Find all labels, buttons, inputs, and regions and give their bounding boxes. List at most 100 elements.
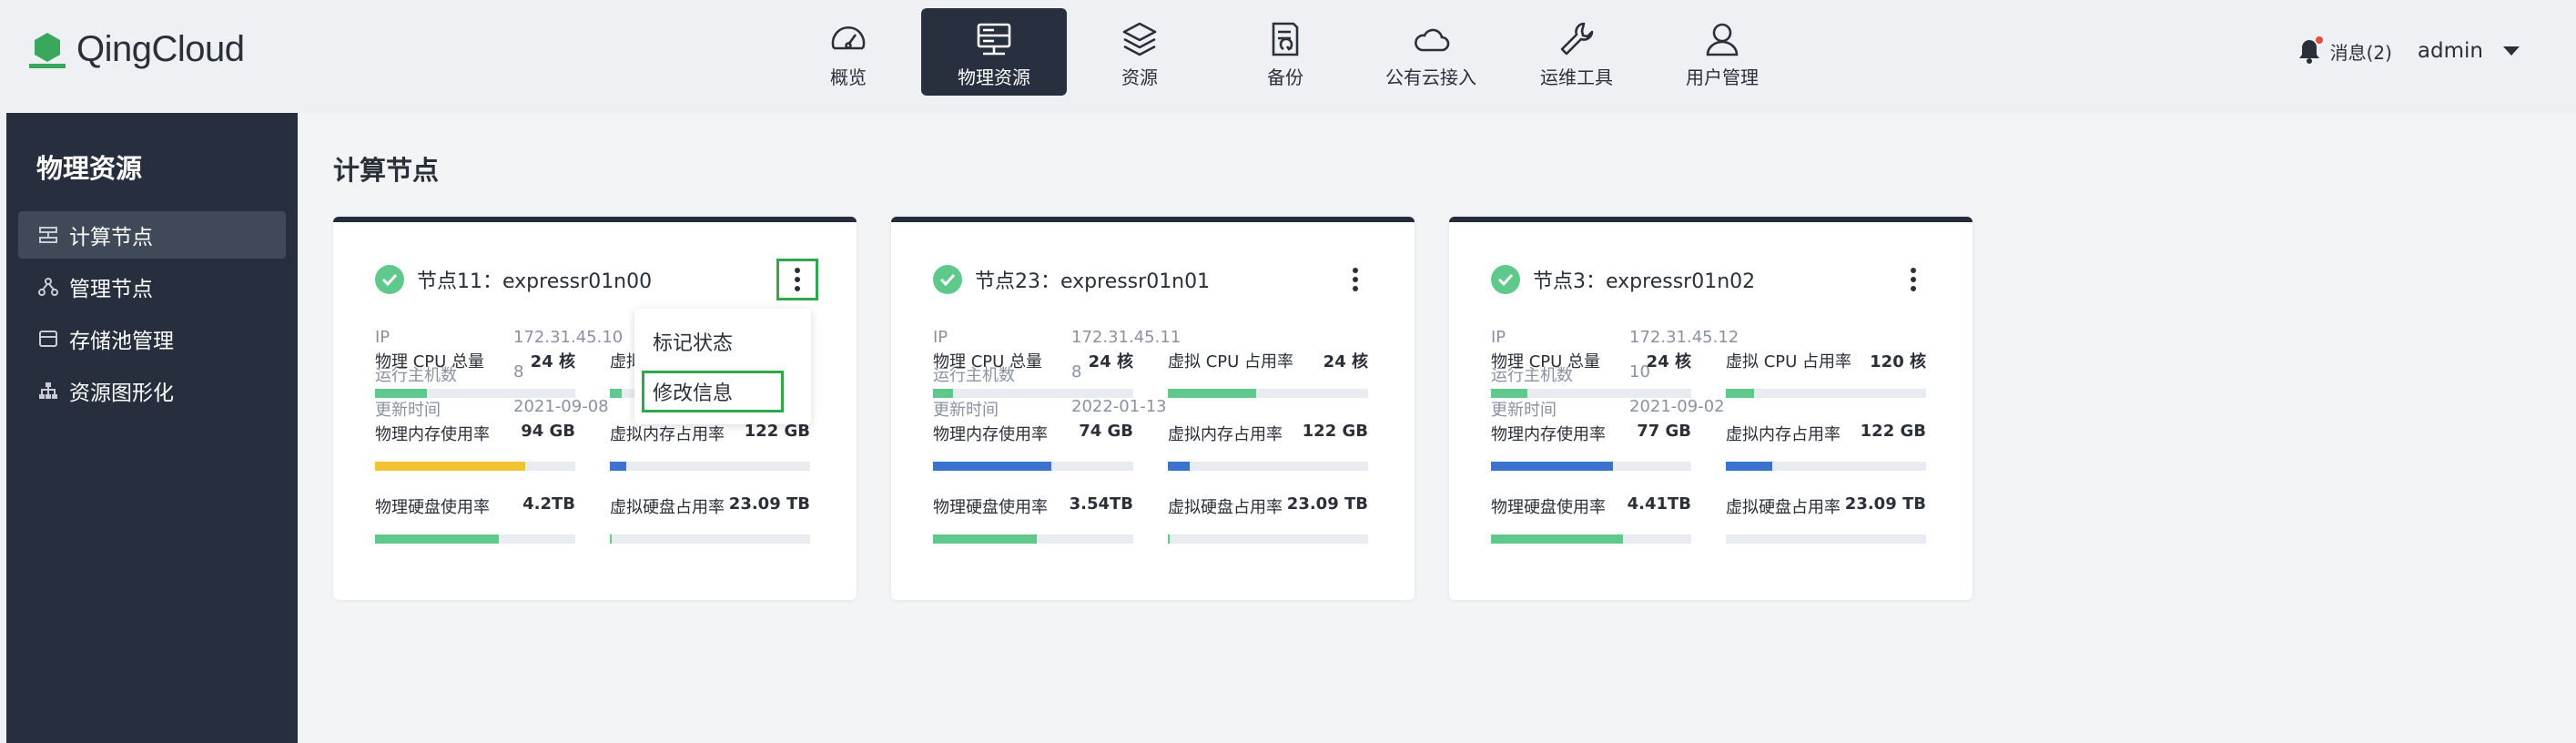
progress-track [1726, 389, 1926, 398]
progress-track [1168, 389, 1368, 398]
logo-icon [29, 33, 66, 68]
progress-track [933, 462, 1133, 471]
sidebar-item-resource-topology[interactable]: 资源图形化 [18, 367, 286, 414]
progress-fill [610, 462, 626, 471]
metric-value: 4.2TB [522, 494, 575, 514]
metric-value: 77 GB [1637, 422, 1691, 441]
metric-label: 物理硬盘使用率 [1491, 498, 1606, 517]
username[interactable]: admin [2418, 39, 2483, 63]
metric-value: 23.09 TB [1844, 494, 1926, 514]
updated-value: 2021-09-08 [513, 397, 609, 416]
nav-backup[interactable]: 备份 [1212, 8, 1358, 96]
progress-fill [375, 389, 428, 398]
sidebar-item-storage-pool[interactable]: 存储池管理 [18, 315, 286, 362]
node-card[interactable]: 节点23：expressr01n01 IP 172.31.45.11 运行主机数… [891, 217, 1415, 600]
metric-value: 122 GB [1860, 422, 1926, 441]
hosts-value: 8 [1071, 362, 1082, 382]
metric-value: 23.09 TB [1286, 494, 1368, 514]
ip-label: IP [375, 328, 390, 347]
nav-physical-resources[interactable]: 物理资源 [921, 8, 1067, 96]
progress-track [375, 534, 575, 544]
metric-label: 虚拟内存占用率 [1168, 425, 1283, 444]
more-actions-button[interactable] [776, 259, 818, 300]
sidebar-item-management-nodes[interactable]: 管理节点 [18, 263, 286, 310]
notification-dot [2315, 36, 2323, 44]
nav-label: 备份 [1267, 66, 1303, 88]
progress-track [610, 534, 810, 544]
bell-icon[interactable] [2297, 36, 2323, 65]
progress-track [1491, 389, 1691, 398]
metric-value: 122 GB [744, 422, 810, 441]
progress-track [933, 389, 1133, 398]
progress-fill [1168, 389, 1256, 398]
metric-value: 3.54TB [1069, 494, 1133, 514]
more-vertical-icon [795, 268, 800, 291]
metric-label: 物理内存使用率 [933, 425, 1048, 444]
metric-label: 虚拟内存占用率 [610, 425, 725, 444]
server-icon [977, 23, 1011, 56]
progress-track [1491, 534, 1691, 544]
ip-value: 172.31.45.12 [1629, 328, 1739, 347]
nav-ops-tools[interactable]: 运维工具 [1504, 8, 1649, 96]
logo[interactable]: QingCloud [27, 27, 245, 71]
nav-resources[interactable]: 资源 [1067, 8, 1212, 96]
layers-icon [1122, 22, 1157, 56]
progress-fill [933, 462, 1051, 471]
ip-label: IP [1491, 328, 1506, 347]
more-actions-button[interactable] [1334, 259, 1376, 300]
metric-label: 物理 CPU 总量 [1491, 352, 1601, 372]
menu-item-mark-status[interactable]: 标记状态 [653, 327, 733, 356]
messages-link[interactable]: 消息(2) [2330, 38, 2392, 65]
metric-label: 虚拟 CPU 占用率 [1726, 352, 1852, 372]
progress-fill [1491, 462, 1614, 471]
metric-value: 122 GB [1302, 422, 1368, 441]
metric-value: 24 核 [1646, 352, 1691, 372]
nav-label: 资源 [1121, 66, 1158, 88]
sidebar-item-label: 管理节点 [69, 278, 153, 301]
progress-fill [933, 534, 1038, 544]
nav-overview[interactable]: 概览 [776, 8, 921, 96]
metric-label: 物理 CPU 总量 [933, 352, 1043, 372]
metric-value: 24 核 [1088, 352, 1133, 372]
ip-label: IP [933, 328, 948, 347]
progress-track [1168, 534, 1368, 544]
chevron-down-icon[interactable] [2501, 45, 2521, 57]
metric-label: 物理 CPU 总量 [375, 352, 485, 372]
nav-user-management[interactable]: 用户管理 [1649, 8, 1795, 96]
nav-label: 运维工具 [1540, 66, 1613, 88]
metric-value: 24 核 [1323, 352, 1368, 372]
status-ok-icon [1491, 265, 1520, 294]
compute-icon [39, 227, 57, 243]
sidebar-item-label: 存储池管理 [69, 330, 174, 353]
progress-track [610, 462, 810, 471]
nav-label: 公有云接入 [1385, 66, 1476, 88]
metric-label: 物理内存使用率 [1491, 425, 1606, 444]
progress-fill [375, 534, 500, 544]
progress-fill [1726, 462, 1772, 471]
more-actions-button[interactable] [1892, 259, 1934, 300]
sidebar-item-label: 计算节点 [69, 226, 153, 249]
node-card[interactable]: 节点3：expressr01n02 IP 172.31.45.12 运行主机数 … [1449, 217, 1973, 600]
more-vertical-icon [1353, 268, 1358, 291]
metric-value: 74 GB [1079, 422, 1133, 441]
ip-value: 172.31.45.10 [513, 328, 624, 347]
updated-value: 2021-09-02 [1629, 397, 1725, 416]
updated-value: 2022-01-13 [1071, 397, 1167, 416]
top-bar: QingCloud 概览 物理资源 资源 备份 公有云接入 运维工具 用户管理 … [0, 0, 2576, 102]
sidebar-item-label: 资源图形化 [69, 382, 174, 405]
wrench-icon [1560, 22, 1594, 56]
status-ok-icon [375, 265, 404, 294]
network-icon [38, 278, 58, 296]
nav-public-cloud[interactable]: 公有云接入 [1358, 8, 1504, 96]
sidebar: 物理资源 计算节点 管理节点 存储池管理 资源图形化 [6, 113, 298, 743]
user-area: 消息(2) admin [2297, 33, 2521, 69]
updated-label: 更新时间 [375, 401, 441, 420]
progress-fill [1491, 389, 1527, 398]
progress-track [375, 389, 575, 398]
menu-item-edit-info[interactable]: 修改信息 [653, 377, 733, 406]
nav-label: 概览 [830, 66, 867, 88]
logo-text: QingCloud [76, 28, 245, 69]
metric-value: 23.09 TB [728, 494, 810, 514]
metric-label: 物理硬盘使用率 [933, 498, 1048, 517]
sidebar-item-compute-nodes[interactable]: 计算节点 [18, 211, 286, 259]
